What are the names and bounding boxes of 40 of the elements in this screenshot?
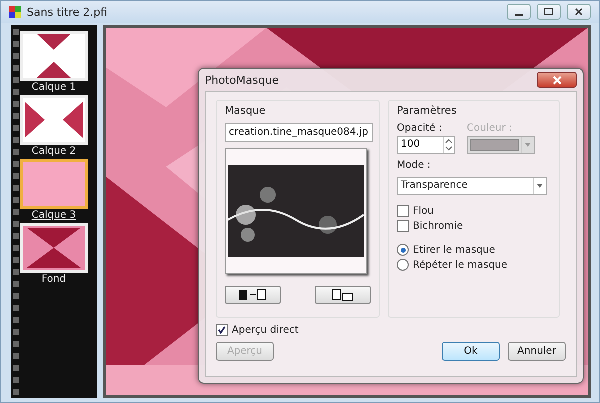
layer-thumbnail-icon [23, 162, 85, 206]
radio-label: Etirer le masque [413, 244, 496, 256]
group-heading: Masque [225, 105, 267, 117]
close-button[interactable] [537, 72, 577, 88]
layer-thumbnail-icon [23, 226, 85, 270]
swap-pages-icon [238, 289, 268, 301]
check-mark-icon [218, 326, 226, 334]
checkbox-label: Flou [413, 206, 434, 216]
rotate-mask-button[interactable] [315, 286, 371, 304]
checkbox-label: Aperçu direct [232, 324, 299, 336]
invert-mask-button[interactable] [225, 286, 281, 304]
mode-label: Mode : [397, 160, 432, 171]
close-icon [552, 76, 562, 84]
close-button[interactable] [567, 4, 591, 20]
window-title: Sans titre 2.pfi [27, 6, 109, 18]
close-icon [575, 8, 583, 16]
restore-button[interactable] [537, 4, 561, 20]
maximize-icon [544, 8, 554, 16]
mode-dropdown[interactable]: Transparence [397, 177, 547, 195]
app-icon [9, 6, 21, 18]
opacity-spinbox[interactable]: 100 [397, 136, 455, 154]
radio-button[interactable] [397, 244, 409, 256]
rotate-pages-icon [332, 288, 354, 302]
dialog-button[interactable]: Annuler [508, 342, 566, 361]
radio-label: Répéter le masque [413, 260, 508, 270]
radio-button[interactable] [397, 259, 409, 271]
spin-arrows-icon [444, 137, 454, 153]
caret-icon [525, 143, 531, 147]
caret-icon [537, 184, 543, 188]
color-label: Couleur : [467, 123, 514, 134]
dialog-title: PhotoMasque [205, 74, 280, 86]
minimize-button[interactable] [507, 4, 531, 20]
mask-file-field[interactable]: creation.tine_masque084.jp [225, 123, 373, 142]
checkbox[interactable] [397, 205, 409, 217]
checkbox[interactable] [216, 324, 228, 336]
checkbox-label: Bichromie [413, 220, 464, 232]
opacity-label: Opacité : [397, 123, 444, 134]
dialog-button[interactable]: Ok [442, 342, 500, 361]
checkbox[interactable] [397, 220, 409, 232]
group-heading: Paramètres [397, 105, 458, 117]
